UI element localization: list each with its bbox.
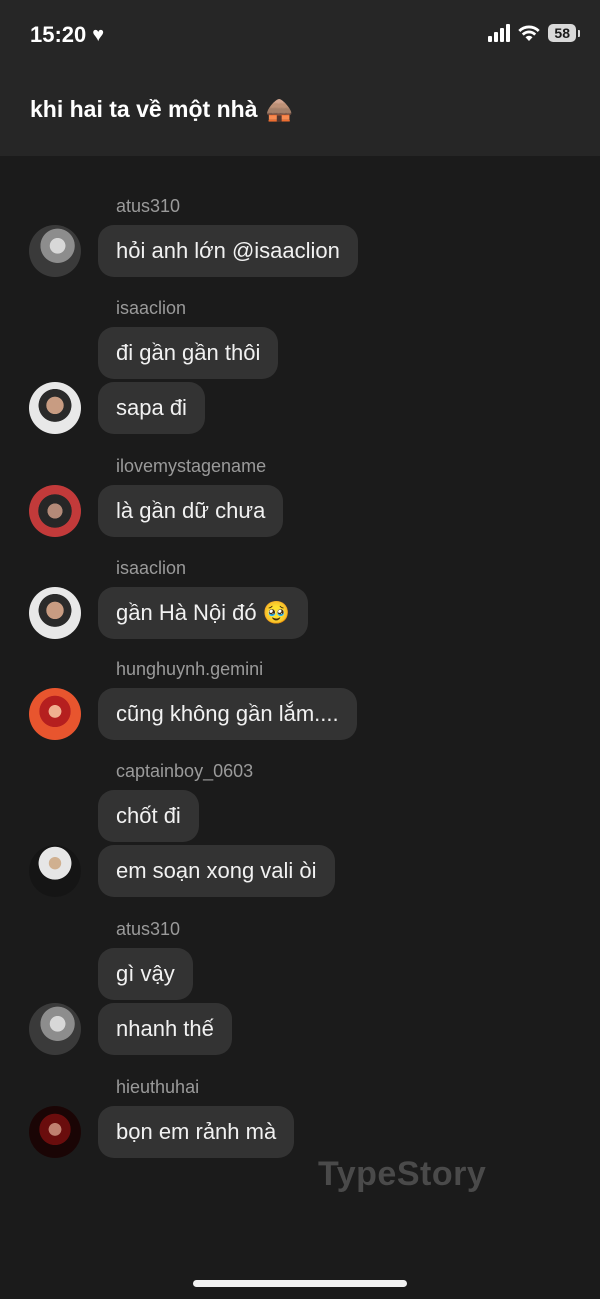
sender-name: isaaclion [116, 298, 187, 318]
avatar[interactable] [29, 225, 81, 277]
sender-name: hieuthuhai [116, 1077, 200, 1097]
message-bubble[interactable]: hỏi anh lớn @isaaclion [98, 225, 358, 277]
message-bubble[interactable]: gì vậy [98, 948, 193, 1000]
message-bubble[interactable]: gần Hà Nội đó 🥹 [98, 587, 309, 639]
watermark: TypeStory [318, 1155, 487, 1193]
wifi-icon [518, 25, 541, 41]
chat-title-text: khi hai ta về một nhà [30, 96, 258, 122]
message-bubble[interactable]: nhanh thế [98, 1003, 232, 1055]
message-bubble[interactable]: đi gần gần thôi [98, 327, 279, 379]
message-bubble[interactable]: cũng không gần lắm.... [98, 688, 357, 740]
home-indicator[interactable] [193, 1280, 407, 1287]
message-bubble[interactable]: sapa đi [98, 382, 205, 434]
chat-header: 15:20 ♥ 58 khi hai ta về một nhà 🛖 [0, 0, 600, 156]
sender-name: atus310 [116, 196, 181, 216]
chat-title[interactable]: khi hai ta về một nhà 🛖 [30, 96, 293, 123]
sender-name: ilovemystagename [116, 456, 267, 476]
status-icons: 58 [488, 24, 580, 42]
avatar[interactable] [29, 1106, 81, 1158]
sender-name: atus310 [116, 919, 181, 939]
message-bubble[interactable]: em soạn xong vali òi [98, 845, 335, 897]
message-bubble[interactable]: bọn em rảnh mà [98, 1106, 295, 1158]
heart-icon: ♥ [92, 23, 105, 46]
sender-name: isaaclion [116, 558, 187, 578]
sender-name: hunghuynh.gemini [116, 659, 264, 679]
status-time: 15:20 ♥ [30, 22, 104, 48]
avatar[interactable] [29, 382, 81, 434]
signal-icon [488, 24, 511, 42]
battery-icon: 58 [548, 24, 580, 42]
message-bubble[interactable]: chốt đi [98, 790, 199, 842]
avatar[interactable] [29, 485, 81, 537]
time-text: 15:20 [30, 22, 87, 47]
avatar[interactable] [29, 1003, 81, 1055]
avatar[interactable] [29, 587, 81, 639]
hut-icon: 🛖 [265, 96, 293, 122]
message-bubble[interactable]: là gần dữ chưa [98, 485, 284, 537]
avatar[interactable] [29, 845, 81, 897]
avatar[interactable] [29, 688, 81, 740]
sender-name: captainboy_0603 [116, 761, 254, 781]
